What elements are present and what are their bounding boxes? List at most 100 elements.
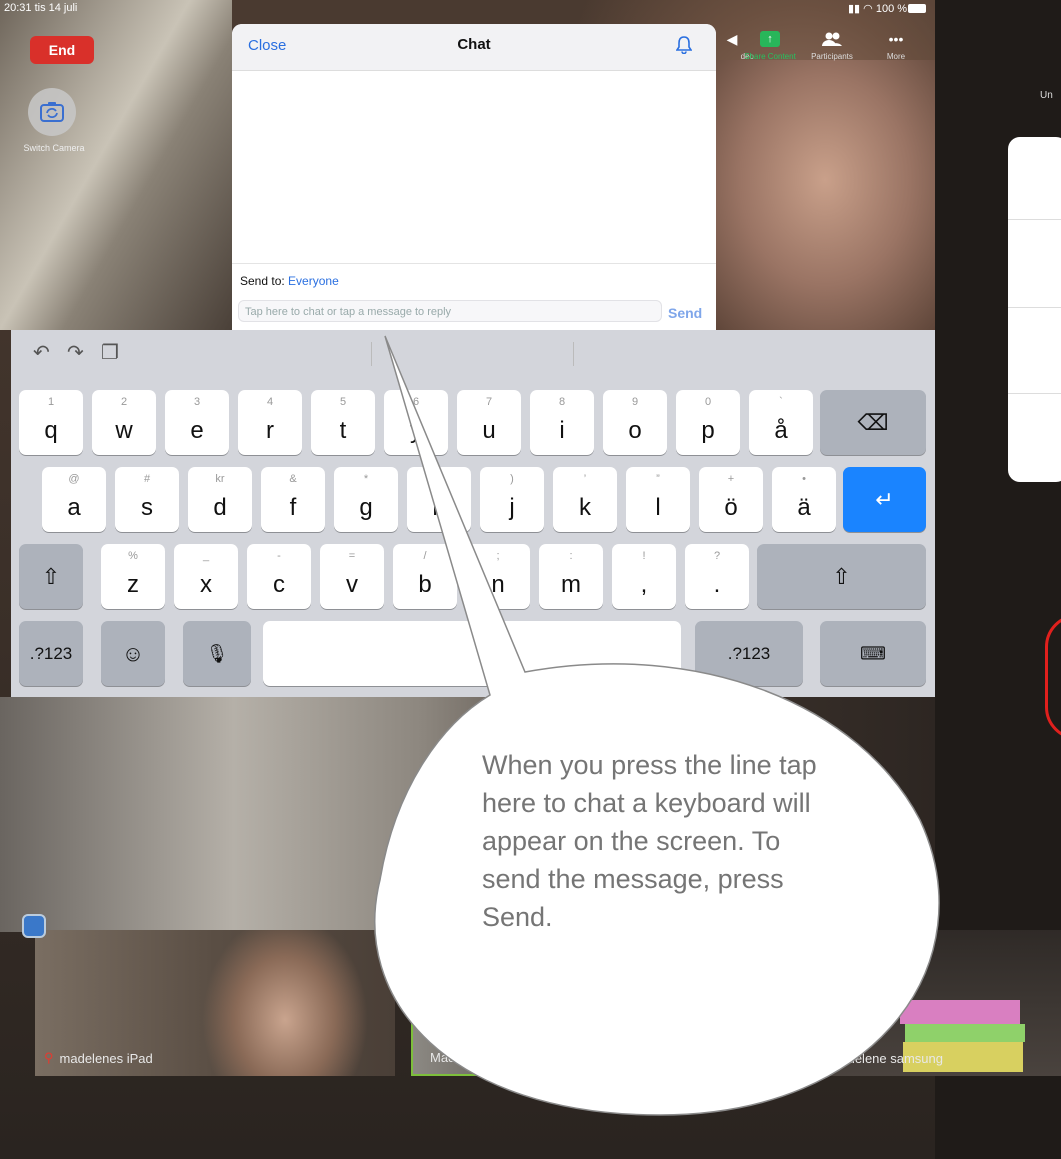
chat-title: Chat — [457, 36, 491, 53]
key-m[interactable]: :m — [539, 544, 603, 609]
key-n[interactable]: ; n — [466, 544, 530, 609]
key-hint: 7 — [485, 396, 493, 408]
dictation-key[interactable]: 🎙 — [183, 621, 251, 686]
key-v[interactable]: = v — [320, 544, 384, 609]
redo-icon[interactable]: ↷ — [67, 340, 84, 365]
toolbar-divider — [573, 342, 574, 366]
send-to-label: Send to: — [240, 274, 285, 288]
key-a[interactable]: @ a — [42, 467, 106, 532]
key-label: y — [410, 417, 422, 444]
key-f[interactable]: & f — [261, 467, 325, 532]
key-z[interactable]: % z — [101, 544, 165, 609]
key-hint: 1 — [47, 396, 55, 408]
key-hint: ” — [656, 473, 660, 485]
mic-muted-icon: ⚲ — [814, 1050, 824, 1065]
toolbar-divider — [371, 342, 372, 366]
key-ä[interactable]: • ä — [772, 467, 836, 532]
key-hint: 4 — [266, 396, 274, 408]
toolbar-participants-label: Participants — [811, 52, 853, 61]
key-r[interactable]: 4r — [238, 390, 302, 455]
key-hint: ? — [713, 550, 721, 562]
key-g[interactable]: * g — [334, 467, 398, 532]
key-l[interactable]: ” l — [626, 467, 690, 532]
participant-name: Madelene Segertoft — [430, 1050, 544, 1065]
key-label: k — [579, 494, 591, 521]
key-w[interactable]: 2w — [92, 390, 156, 455]
paste-icon[interactable]: ❐ — [101, 340, 119, 365]
sticky-notes — [900, 1000, 1020, 1024]
mic-muted-icon: ⚲ — [44, 1050, 54, 1065]
chat-divider — [232, 263, 716, 264]
key-o[interactable]: 9o — [603, 390, 667, 455]
speaker-video — [715, 60, 935, 330]
numbers-key[interactable]: .?123 — [19, 621, 83, 686]
key-hint: ) — [510, 473, 514, 485]
key-j[interactable]: ) j — [480, 467, 544, 532]
dialog-divider — [1008, 393, 1061, 394]
shift-right-key[interactable]: ⇧ — [757, 544, 926, 609]
toolbar-share-button[interactable]: ↑ Share Content — [738, 30, 802, 61]
toolbar-share-label: Share Content — [744, 52, 796, 61]
key-å[interactable]: ` å — [749, 390, 813, 455]
key-label: å — [774, 417, 788, 444]
key-hint: _ — [202, 550, 210, 562]
bell-icon[interactable] — [675, 36, 693, 59]
key-label: t — [339, 417, 347, 444]
screen-share-icon[interactable] — [22, 914, 46, 938]
key-q[interactable]: 1q — [19, 390, 83, 455]
key-,[interactable]: !, — [612, 544, 676, 609]
shift-icon: ⇧ — [832, 563, 851, 589]
key-ö[interactable]: + ö — [699, 467, 763, 532]
key-y[interactable]: 6y — [384, 390, 448, 455]
key-label: i — [559, 417, 565, 444]
emoji-key[interactable]: ☺ — [101, 621, 165, 686]
key-label: w — [115, 417, 133, 444]
key-e[interactable]: 3e — [165, 390, 229, 455]
key-label: s — [141, 494, 153, 521]
key-hint: ’ — [583, 473, 587, 485]
send-to-recipient[interactable]: Everyone — [288, 274, 339, 288]
status-bar: 20:31 tis 14 juli ▮▮ ◠ 100 % — [0, 0, 1061, 18]
key-i[interactable]: 8i — [530, 390, 594, 455]
chat-send-button[interactable]: Send — [668, 305, 702, 321]
key-h[interactable]: (h — [407, 467, 471, 532]
key-s[interactable]: # s — [115, 467, 179, 532]
participant-name: madelenes iPad — [59, 1050, 153, 1066]
return-key[interactable]: ↵ — [843, 467, 926, 532]
chat-message-input[interactable]: Tap here to chat or tap a message to rep… — [238, 300, 662, 322]
key-x[interactable]: _ x — [174, 544, 238, 609]
toolbar-more-button[interactable]: ••• More — [864, 30, 928, 61]
key-hint: * — [363, 473, 369, 485]
unmute-button-partial[interactable]: Un — [1040, 90, 1053, 101]
key-label: p — [701, 417, 715, 444]
numbers-key-label: .?123 — [29, 643, 73, 663]
key-label: e — [190, 417, 204, 444]
key-c[interactable]: -c — [247, 544, 311, 609]
key-label: r — [266, 417, 274, 444]
key-hint: # — [143, 473, 151, 485]
key-label: a — [67, 494, 81, 521]
numbers-key-right[interactable]: .?123 — [695, 621, 803, 686]
hide-keyboard-key[interactable]: ⌨ — [820, 621, 926, 686]
key-hint: 6 — [412, 396, 420, 408]
key-p[interactable]: 0p — [676, 390, 740, 455]
key-hint: ; — [496, 550, 500, 562]
key-d[interactable]: kr d — [188, 467, 252, 532]
status-time: 20:31 tis 14 juli — [4, 2, 78, 14]
space-key[interactable] — [263, 621, 681, 686]
key-label: x — [200, 571, 212, 598]
end-meeting-button[interactable]: End — [30, 36, 94, 64]
key-.[interactable]: ?. — [685, 544, 749, 609]
toolbar-participants-button[interactable]: Participants — [800, 30, 864, 61]
switch-camera-button[interactable] — [28, 88, 76, 136]
signal-icon: ▮▮ ◠ — [848, 3, 876, 15]
key-hint: : — [569, 550, 573, 562]
key-t[interactable]: 5t — [311, 390, 375, 455]
shift-left-key[interactable]: ⇧ — [19, 544, 83, 609]
key-label: d — [213, 494, 227, 521]
undo-icon[interactable]: ↶ — [33, 340, 50, 365]
key-u[interactable]: 7u — [457, 390, 521, 455]
key-k[interactable]: ’ k — [553, 467, 617, 532]
key-b[interactable]: / b — [393, 544, 457, 609]
backspace-key[interactable]: ⌫ — [820, 390, 926, 455]
